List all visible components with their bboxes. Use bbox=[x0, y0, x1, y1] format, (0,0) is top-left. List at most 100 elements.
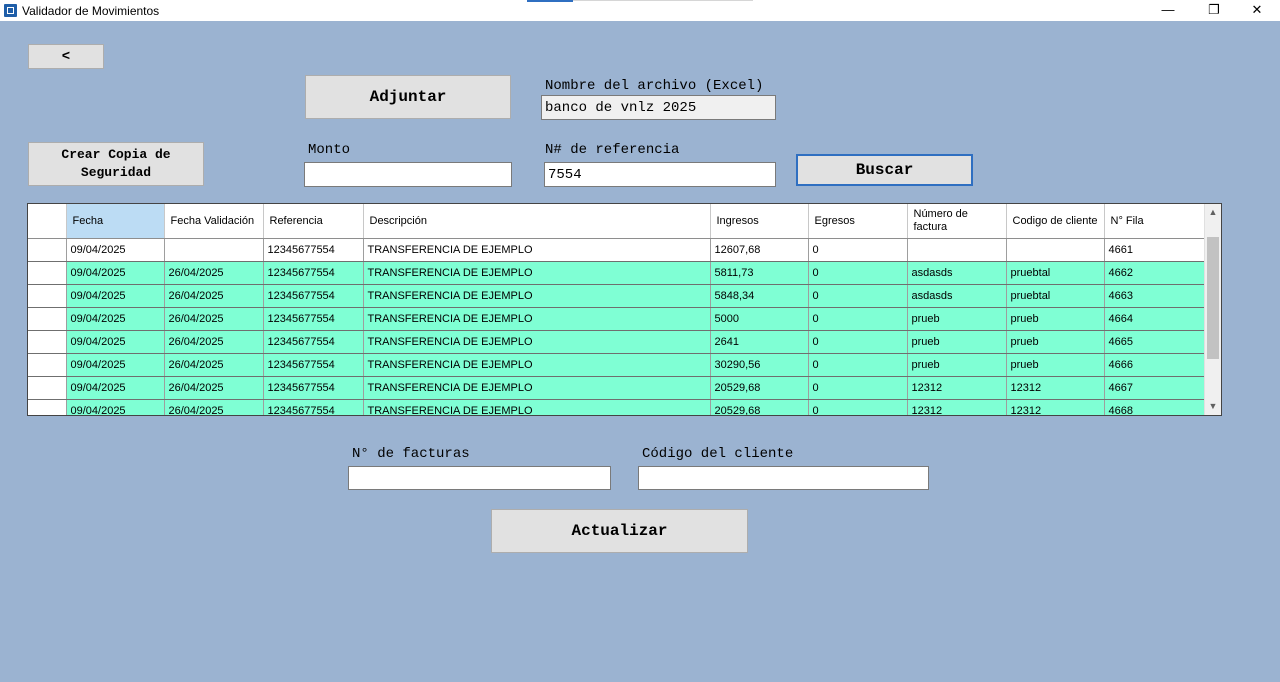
row-selector[interactable] bbox=[28, 284, 67, 308]
table-row[interactable]: 09/04/2025 26/04/2025 12345677554 TRANSFERE… bbox=[28, 307, 1206, 331]
table-cell[interactable]: TRANSFERENCIA DE EJEMPLO bbox=[363, 307, 711, 331]
table-cell[interactable]: 12345677554 bbox=[263, 330, 364, 354]
table-cell[interactable]: 12345677554 bbox=[263, 238, 364, 262]
table-cell[interactable]: 12345677554 bbox=[263, 353, 364, 377]
table-cell[interactable]: 26/04/2025 bbox=[164, 284, 264, 308]
table-cell[interactable]: 12345677554 bbox=[263, 284, 364, 308]
row-selector[interactable] bbox=[28, 238, 67, 262]
table-cell[interactable]: 0 bbox=[808, 330, 908, 354]
table-cell[interactable]: 26/04/2025 bbox=[164, 307, 264, 331]
backup-button[interactable]: Crear Copia de Seguridad bbox=[28, 142, 204, 186]
table-cell[interactable]: 26/04/2025 bbox=[164, 399, 264, 415]
row-selector[interactable] bbox=[28, 330, 67, 354]
table-cell[interactable]: 5848,34 bbox=[710, 284, 809, 308]
table-row[interactable]: 09/04/2025 26/04/2025 12345677554 TRANSFERE… bbox=[28, 399, 1206, 415]
table-cell[interactable]: 09/04/2025 bbox=[66, 399, 165, 415]
table-row[interactable]: 09/04/2025 26/04/2025 12345677554 TRANSFERE… bbox=[28, 353, 1206, 377]
table-cell[interactable]: 4668 bbox=[1104, 399, 1206, 415]
column-header[interactable]: Egresos bbox=[808, 204, 908, 239]
table-cell[interactable]: 12345677554 bbox=[263, 376, 364, 400]
table-cell[interactable]: prueb bbox=[907, 330, 1007, 354]
table-cell[interactable]: asdasds bbox=[907, 284, 1007, 308]
table-cell[interactable]: 0 bbox=[808, 284, 908, 308]
table-cell[interactable]: 12312 bbox=[1006, 399, 1105, 415]
table-cell[interactable]: TRANSFERENCIA DE EJEMPLO bbox=[363, 284, 711, 308]
table-cell[interactable]: asdasds bbox=[907, 261, 1007, 285]
table-cell[interactable]: 09/04/2025 bbox=[66, 307, 165, 331]
table-cell[interactable]: 0 bbox=[808, 238, 908, 262]
table-cell[interactable]: 0 bbox=[808, 261, 908, 285]
invoices-field[interactable] bbox=[348, 466, 611, 490]
amount-field[interactable] bbox=[304, 162, 512, 187]
table-cell[interactable]: 09/04/2025 bbox=[66, 261, 165, 285]
minimize-icon[interactable]: — bbox=[1145, 0, 1191, 21]
table-cell[interactable]: 09/04/2025 bbox=[66, 238, 165, 262]
table-cell[interactable]: 12312 bbox=[907, 399, 1007, 415]
back-button[interactable]: < bbox=[28, 44, 104, 69]
table-cell[interactable]: prueb bbox=[907, 353, 1007, 377]
table-cell[interactable]: TRANSFERENCIA DE EJEMPLO bbox=[363, 238, 711, 262]
table-row[interactable]: 09/04/2025 26/04/2025 12345677554 TRANSFERE… bbox=[28, 284, 1206, 308]
table-cell[interactable]: TRANSFERENCIA DE EJEMPLO bbox=[363, 330, 711, 354]
table-cell[interactable]: 4665 bbox=[1104, 330, 1206, 354]
table-cell[interactable]: 12312 bbox=[907, 376, 1007, 400]
column-header[interactable]: Codigo de cliente bbox=[1006, 204, 1105, 239]
scroll-up-icon[interactable]: ▲ bbox=[1205, 204, 1221, 221]
client-code-field[interactable] bbox=[638, 466, 929, 490]
table-cell[interactable]: 09/04/2025 bbox=[66, 284, 165, 308]
table-cell[interactable]: 5811,73 bbox=[710, 261, 809, 285]
column-header[interactable]: Descripción bbox=[363, 204, 711, 239]
grid-scrollbar[interactable]: ▲ ▼ bbox=[1204, 204, 1221, 415]
table-cell[interactable] bbox=[164, 238, 264, 262]
table-cell[interactable] bbox=[1006, 238, 1105, 262]
column-header[interactable]: Fecha bbox=[66, 204, 165, 239]
reference-field[interactable] bbox=[544, 162, 776, 187]
row-selector[interactable] bbox=[28, 261, 67, 285]
table-cell[interactable]: 4667 bbox=[1104, 376, 1206, 400]
close-icon[interactable]: ✕ bbox=[1234, 0, 1280, 21]
table-cell[interactable]: prueb bbox=[1006, 353, 1105, 377]
table-cell[interactable]: 20529,68 bbox=[710, 399, 809, 415]
column-header[interactable]: Referencia bbox=[263, 204, 364, 239]
table-cell[interactable]: 26/04/2025 bbox=[164, 261, 264, 285]
search-button[interactable]: Buscar bbox=[796, 154, 973, 186]
table-cell[interactable]: 12312 bbox=[1006, 376, 1105, 400]
table-cell[interactable]: 12345677554 bbox=[263, 261, 364, 285]
table-cell[interactable]: TRANSFERENCIA DE EJEMPLO bbox=[363, 353, 711, 377]
table-cell[interactable]: 12345677554 bbox=[263, 399, 364, 415]
row-selector[interactable] bbox=[28, 399, 67, 415]
table-cell[interactable]: 20529,68 bbox=[710, 376, 809, 400]
table-cell[interactable]: 4664 bbox=[1104, 307, 1206, 331]
scroll-down-icon[interactable]: ▼ bbox=[1205, 398, 1221, 415]
table-cell[interactable]: 26/04/2025 bbox=[164, 376, 264, 400]
table-cell[interactable]: pruebtal bbox=[1006, 261, 1105, 285]
table-cell[interactable]: 4663 bbox=[1104, 284, 1206, 308]
table-cell[interactable]: prueb bbox=[1006, 307, 1105, 331]
table-row[interactable]: 09/04/2025 12345677554 TRANSFERENCIA DE EJ… bbox=[28, 238, 1206, 262]
table-cell[interactable]: 30290,56 bbox=[710, 353, 809, 377]
table-cell[interactable] bbox=[907, 238, 1007, 262]
table-cell[interactable]: 0 bbox=[808, 353, 908, 377]
table-cell[interactable]: 26/04/2025 bbox=[164, 353, 264, 377]
column-header[interactable]: Ingresos bbox=[710, 204, 809, 239]
table-cell[interactable]: 12345677554 bbox=[263, 307, 364, 331]
update-button[interactable]: Actualizar bbox=[491, 509, 748, 553]
row-selector[interactable] bbox=[28, 376, 67, 400]
row-selector[interactable] bbox=[28, 353, 67, 377]
table-cell[interactable]: 09/04/2025 bbox=[66, 353, 165, 377]
table-cell[interactable]: prueb bbox=[1006, 330, 1105, 354]
attach-button[interactable]: Adjuntar bbox=[305, 75, 511, 119]
table-cell[interactable]: TRANSFERENCIA DE EJEMPLO bbox=[363, 261, 711, 285]
table-cell[interactable]: 0 bbox=[808, 399, 908, 415]
movements-grid[interactable]: Fecha Fecha Validación Referencia Descripci… bbox=[27, 203, 1222, 416]
column-header[interactable]: Número de factura bbox=[907, 204, 1007, 239]
table-cell[interactable]: 4662 bbox=[1104, 261, 1206, 285]
column-header[interactable]: N° Fila bbox=[1104, 204, 1206, 239]
row-selector[interactable] bbox=[28, 307, 67, 331]
table-row[interactable]: 09/04/2025 26/04/2025 12345677554 TRANSFERE… bbox=[28, 330, 1206, 354]
table-cell[interactable]: 0 bbox=[808, 307, 908, 331]
table-cell[interactable]: 12607,68 bbox=[710, 238, 809, 262]
table-cell[interactable]: 09/04/2025 bbox=[66, 376, 165, 400]
table-cell[interactable]: TRANSFERENCIA DE EJEMPLO bbox=[363, 399, 711, 415]
table-row[interactable]: 09/04/2025 26/04/2025 12345677554 TRANSFERE… bbox=[28, 261, 1206, 285]
